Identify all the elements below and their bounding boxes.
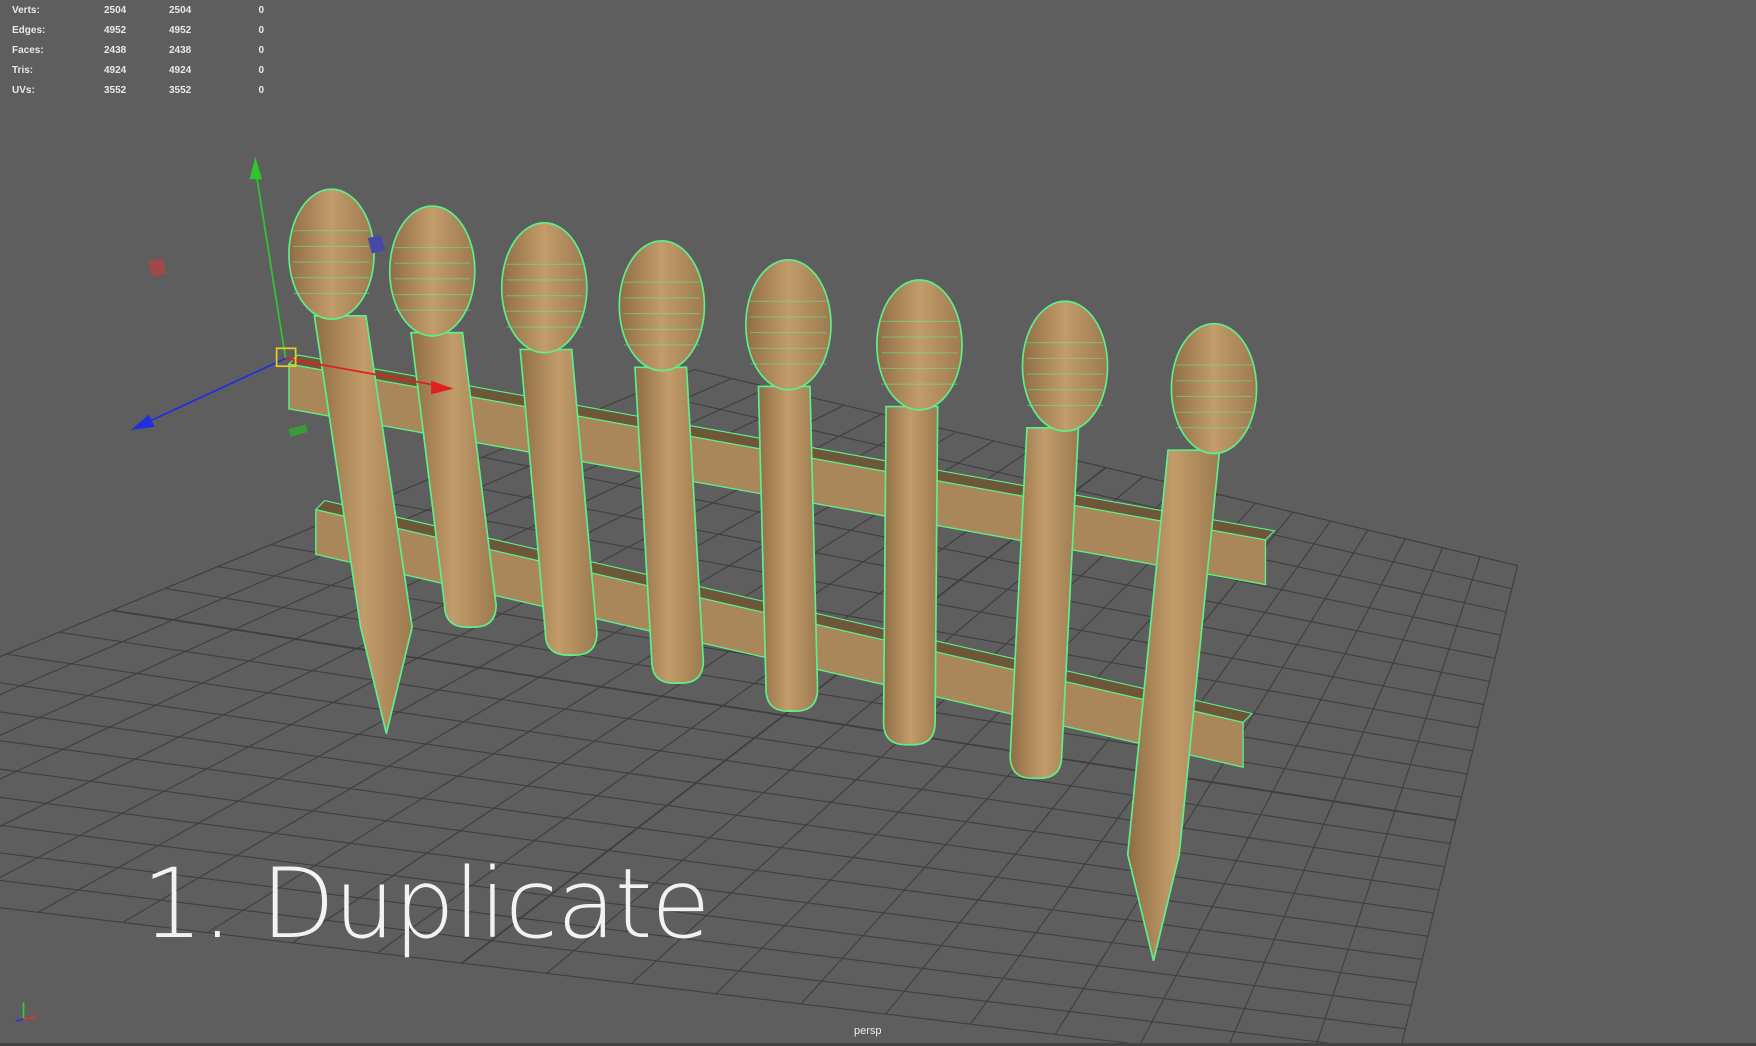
picket-head (500, 222, 588, 354)
picket-body (519, 348, 598, 656)
hud-value: 2438 (169, 44, 192, 56)
view-axis-z (15, 1018, 24, 1023)
picket-head (876, 279, 963, 411)
hud-value: 4952 (169, 24, 192, 36)
move-z-arrow-icon (131, 414, 155, 431)
grid-line (1054, 529, 1369, 1035)
perspective-viewport[interactable]: Verts: 2504 2504 0 Edges: 4952 4952 0 Faces: 24… (0, 0, 1756, 1046)
hud-value: 2504 (104, 4, 127, 16)
hud-value: 0 (258, 64, 264, 76)
picket-head (745, 258, 832, 391)
hud-label: Tris: (12, 64, 34, 76)
plane-handle-xz (288, 424, 308, 437)
move-y-arrow-icon (249, 156, 263, 180)
picket-head (618, 239, 706, 372)
hud-label: Faces: (12, 44, 44, 56)
hud-value: 4924 (169, 64, 192, 76)
move-y-axis (254, 167, 287, 359)
hud-label: Edges: (12, 24, 46, 36)
picket-body (634, 366, 705, 684)
hud-row-edges: Edges: 4952 4952 0 (12, 20, 264, 40)
hud-label: UVs: (12, 84, 35, 96)
hud-row-faces: Faces: 2438 2438 0 (12, 40, 264, 60)
hud-value: 0 (258, 44, 264, 56)
hud-value: 0 (258, 84, 264, 96)
plane-handle-yz (148, 258, 167, 277)
hud-value: 2438 (104, 44, 127, 56)
hud-value: 4924 (104, 64, 127, 76)
picket-body (410, 331, 497, 628)
hud-value: 2504 (169, 4, 192, 16)
picket-body (882, 405, 939, 746)
hud-label: Verts: (12, 4, 40, 16)
picket-body (757, 385, 819, 712)
hud-value: 0 (258, 4, 264, 16)
picket-head (388, 205, 476, 337)
hud-value: 0 (258, 24, 264, 36)
hud-value: 4952 (104, 24, 127, 36)
hud-row-tris: Tris: 4924 4924 0 (12, 60, 264, 80)
overlay-title: 1. Duplicate (142, 848, 710, 960)
picket-head (1170, 322, 1258, 455)
view-axis-x (23, 1016, 38, 1020)
camera-label: persp (854, 1025, 882, 1037)
picket-head (1021, 300, 1109, 433)
hud-row-uvs: UVs: 3552 3552 0 (12, 80, 264, 100)
hud-value: 3552 (169, 84, 192, 96)
hud-value: 3552 (104, 84, 127, 96)
hud-row-verts: Verts: 2504 2504 0 (12, 0, 264, 20)
poly-count-hud: Verts: 2504 2504 0 Edges: 4952 4952 0 Faces: 24… (12, 0, 264, 100)
grid-line (1400, 565, 1519, 1046)
picket-head (288, 188, 375, 321)
move-z-axis (139, 357, 286, 427)
